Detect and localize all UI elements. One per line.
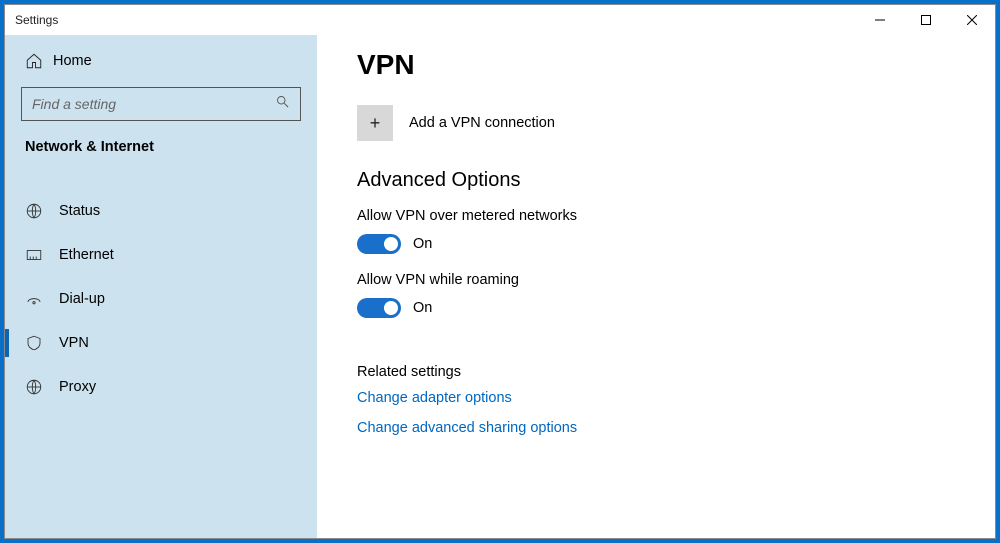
page-title: VPN: [357, 49, 955, 81]
shield-icon: [25, 334, 59, 352]
related-settings-head: Related settings: [357, 364, 955, 380]
close-button[interactable]: [949, 5, 995, 35]
sidebar-item-ethernet[interactable]: Ethernet: [5, 233, 317, 277]
sidebar-group-label: Network & Internet: [5, 133, 317, 169]
sidebar-item-proxy[interactable]: Proxy: [5, 365, 317, 409]
ethernet-icon: [25, 246, 59, 264]
window-body: Home Network & Internet Status: [5, 35, 995, 538]
toggle-roaming[interactable]: [357, 298, 401, 318]
globe-icon: [25, 378, 59, 396]
add-vpn-button[interactable]: + Add a VPN connection: [357, 105, 955, 141]
sidebar-item-label: VPN: [59, 335, 89, 351]
add-vpn-label: Add a VPN connection: [409, 115, 555, 131]
sidebar-item-home[interactable]: Home: [5, 41, 317, 81]
minimize-button[interactable]: [857, 5, 903, 35]
sidebar-item-label: Ethernet: [59, 247, 114, 263]
sidebar-item-status[interactable]: Status: [5, 189, 317, 233]
maximize-icon: [921, 15, 931, 25]
sidebar-item-dialup[interactable]: Dial-up: [5, 277, 317, 321]
toggle-knob: [384, 237, 398, 251]
setting-roaming: Allow VPN while roaming On: [357, 272, 955, 318]
toggle-state: On: [413, 236, 432, 252]
window-controls: [857, 5, 995, 35]
sidebar-item-label: Home: [53, 53, 92, 69]
titlebar-label: Settings: [15, 13, 58, 27]
setting-label: Allow VPN over metered networks: [357, 208, 955, 224]
sidebar-item-label: Status: [59, 203, 100, 219]
sidebar: Home Network & Internet Status: [5, 35, 317, 538]
minimize-icon: [875, 15, 885, 25]
toggle-row: On: [357, 234, 955, 254]
titlebar: Settings: [5, 5, 995, 35]
setting-label: Allow VPN while roaming: [357, 272, 955, 288]
search-wrap: [5, 81, 317, 133]
toggle-row: On: [357, 298, 955, 318]
toggle-knob: [384, 301, 398, 315]
toggle-metered[interactable]: [357, 234, 401, 254]
advanced-options-head: Advanced Options: [357, 169, 955, 192]
search-input[interactable]: [32, 96, 275, 112]
search-icon: [275, 94, 290, 114]
sidebar-item-vpn[interactable]: VPN: [5, 321, 317, 365]
dialup-icon: [25, 290, 59, 308]
close-icon: [967, 15, 977, 25]
link-sharing-options[interactable]: Change advanced sharing options: [357, 420, 955, 436]
sidebar-item-label: Proxy: [59, 379, 96, 395]
plus-icon: +: [357, 105, 393, 141]
search-box[interactable]: [21, 87, 301, 121]
setting-metered: Allow VPN over metered networks On: [357, 208, 955, 254]
link-adapter-options[interactable]: Change adapter options: [357, 390, 955, 406]
maximize-button[interactable]: [903, 5, 949, 35]
toggle-state: On: [413, 300, 432, 316]
home-icon: [25, 52, 53, 70]
sidebar-item-label: Dial-up: [59, 291, 105, 307]
content: VPN + Add a VPN connection Advanced Opti…: [317, 35, 995, 538]
settings-window: Settings Home: [4, 4, 996, 539]
globe-icon: [25, 202, 59, 220]
nav-list: Status Ethernet Dial-up: [5, 189, 317, 409]
